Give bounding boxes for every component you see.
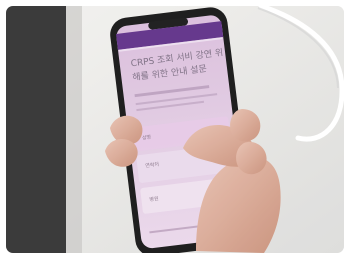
- phone-photo: CRPS 조회 서비 강연 위 해를 위한 안내 설문 성명 연락처 병원: [6, 6, 344, 253]
- dark-side-panel: [6, 6, 66, 253]
- photo-frame: CRPS 조회 서비 강연 위 해를 위한 안내 설문 성명 연락처 병원: [6, 6, 344, 253]
- image-highlight: [82, 6, 344, 253]
- shadow-strip: [66, 6, 82, 253]
